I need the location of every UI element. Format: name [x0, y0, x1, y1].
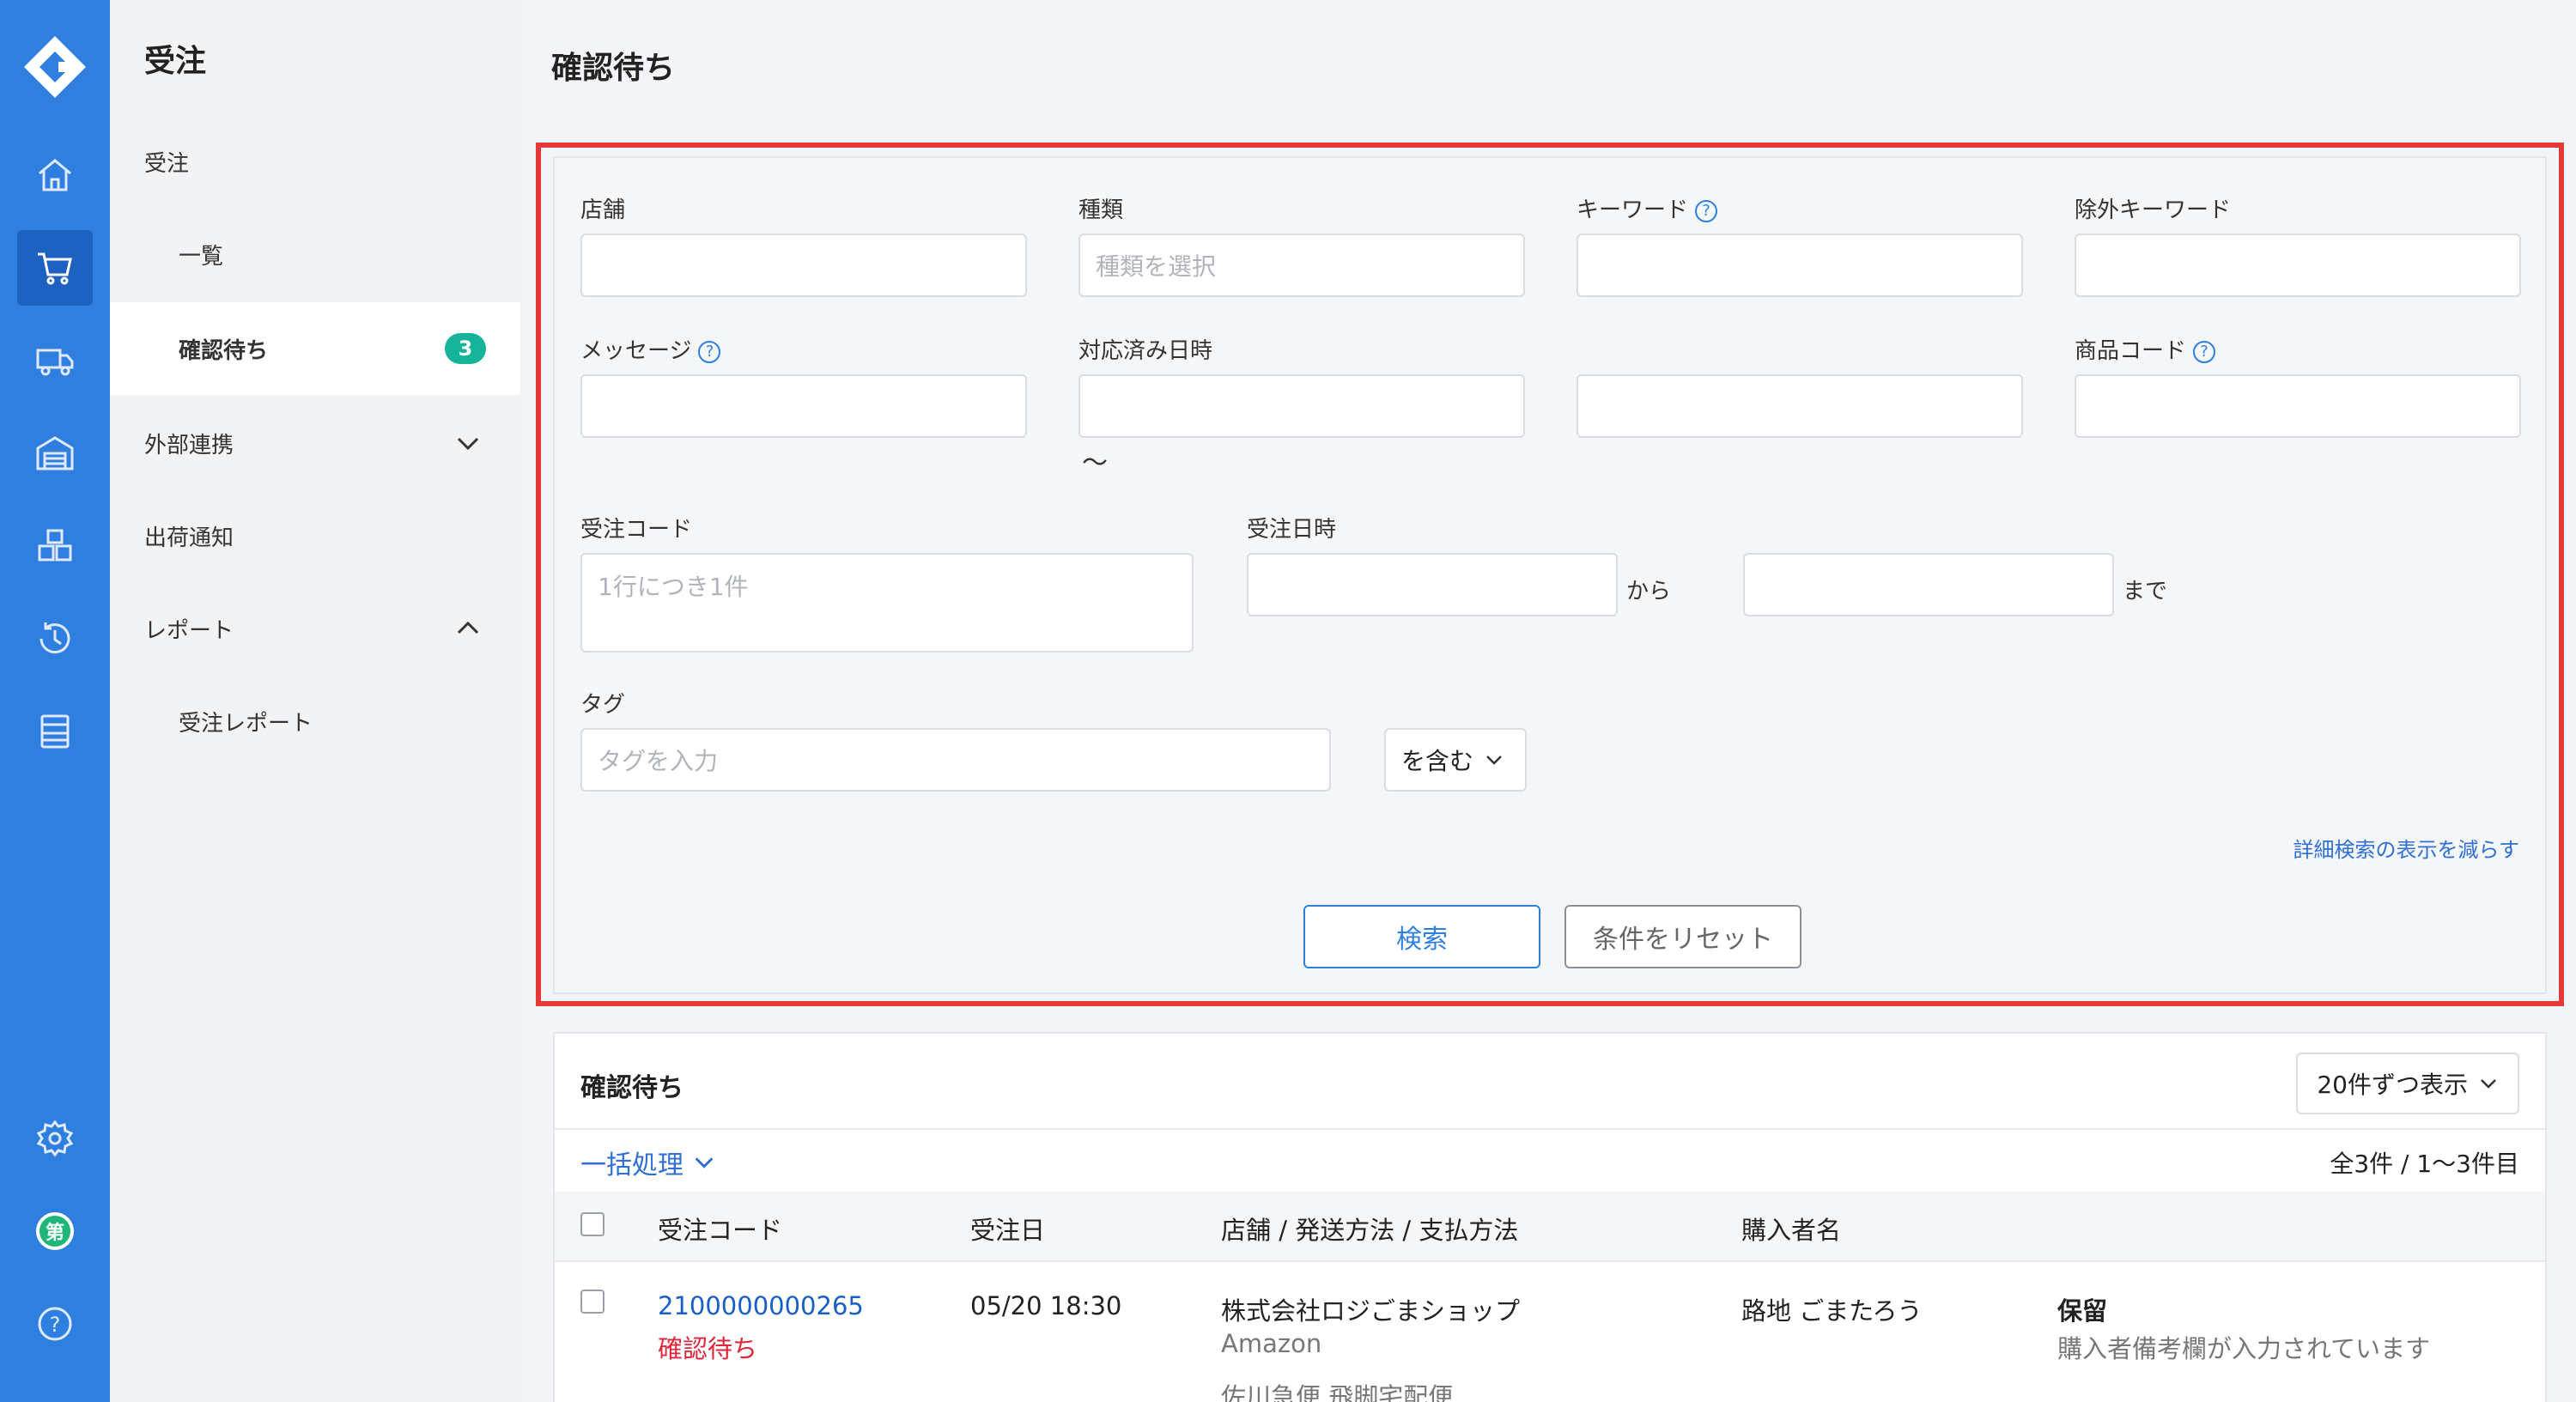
history-icon[interactable] [17, 601, 93, 677]
order-datetime-to-input[interactable] [1743, 553, 2114, 616]
help-icon[interactable]: ? [17, 1286, 93, 1362]
truck-icon[interactable] [17, 323, 93, 398]
tag-input[interactable]: タグを入力 [580, 728, 1331, 792]
from-text: から [1626, 579, 1672, 604]
help-icon[interactable]: ? [1695, 199, 1718, 222]
search-button[interactable]: 検索 [1303, 905, 1540, 968]
warehouse-icon[interactable] [17, 416, 93, 491]
help-icon[interactable]: ? [698, 340, 721, 363]
handled-datetime-from-input[interactable] [1078, 374, 1525, 438]
chevron-up-icon [457, 621, 479, 634]
column-header[interactable]: 購入者名 [1741, 1211, 1841, 1247]
buyer-note-status: 購入者備考欄が入力されています [2057, 1334, 2431, 1363]
per-page-value: 20件ずつ表示 [2317, 1071, 2468, 1099]
divider [555, 1128, 2545, 1130]
subnav-item-reports[interactable]: レポート [110, 582, 520, 675]
subnav-item-shipping-notice[interactable]: 出荷通知 [110, 489, 520, 582]
type-label: 種類 [1078, 197, 1124, 223]
product-code-label: 商品コード? [2075, 333, 2216, 365]
logo-icon[interactable] [21, 33, 89, 101]
column-header[interactable]: 受注コード [658, 1211, 782, 1247]
keyword-label: キーワード? [1577, 192, 1718, 224]
exclude-keyword-input[interactable] [2075, 234, 2521, 297]
chevron-down-icon [457, 437, 479, 451]
subnav-item-orders[interactable]: 受注 [110, 115, 520, 208]
order-status: 確認待ち [658, 1334, 758, 1363]
range-tilde: 〜 [1082, 448, 1108, 478]
exclude-keyword-label: 除外キーワード [2075, 197, 2232, 223]
order-date: 05/20 18:30 [970, 1291, 1122, 1320]
subnav-item-label: 出荷通知 [144, 525, 234, 551]
sub-navigation: 受注 受注 一覧 確認待ち 3 外部連携 出荷通知 レポート 受注レポート [110, 0, 520, 1402]
boxes-icon[interactable] [17, 508, 93, 584]
type-select[interactable]: 種類を選択 [1078, 234, 1525, 297]
search-panel: 店舗 種類 種類を選択 キーワード? 除外キーワード メッセージ? 対応済み日時… [553, 156, 2547, 994]
subnav-item-pending[interactable]: 確認待ち 3 [110, 302, 520, 395]
keyword-input[interactable] [1577, 234, 2023, 297]
message-input[interactable] [580, 374, 1027, 438]
tag-mode-value: を含む [1401, 747, 1474, 775]
row-checkbox[interactable] [580, 1290, 605, 1314]
results-title: 確認待ち [580, 1073, 683, 1103]
tag-mode-select[interactable]: を含む [1384, 728, 1527, 792]
chevron-down-icon [2481, 1079, 2496, 1089]
subnav-item-label: レポート [144, 617, 234, 644]
order-code-link[interactable]: 2100000000265 [658, 1291, 864, 1320]
bulk-action-menu[interactable]: 一括処理 [580, 1144, 716, 1181]
buyer-name: 路地 ごまたろう [1741, 1296, 1923, 1326]
subnav-item-order-report[interactable]: 受注レポート [110, 675, 520, 768]
chevron-down-icon [1486, 756, 1502, 765]
reset-button[interactable]: 条件をリセット [1564, 905, 1801, 968]
help-icon[interactable]: ? [2193, 340, 2216, 363]
shipping-method: 佐川急便 飛脚宅配便 [1221, 1382, 1454, 1402]
avatar-initial: 第 [36, 1212, 74, 1250]
table-header: 受注コード 受注日 店舗 / 発送方法 / 支払方法 購入者名 [555, 1192, 2545, 1260]
subnav-item-label: 確認待ち [179, 337, 269, 364]
subnav-item-label: 受注レポート [179, 710, 313, 737]
main-content: 確認待ち 店舗 種類 種類を選択 キーワード? 除外キーワード メッセージ? 対… [520, 0, 2576, 1402]
subnav-item-list[interactable]: 一覧 [110, 208, 520, 300]
cart-icon[interactable] [17, 230, 93, 306]
order-datetime-from-input[interactable] [1247, 553, 1618, 616]
message-label: メッセージ? [580, 333, 721, 365]
results-panel: 確認待ち 20件ずつ表示 一括処理 全3件 / 1〜3件目 受注コード 受注日 … [553, 1032, 2547, 1402]
subnav-item-label: 一覧 [179, 243, 224, 270]
subnav-item-label: 受注 [144, 150, 190, 177]
order-code-textarea[interactable]: 1行につき1件 [580, 553, 1194, 652]
list-icon[interactable] [17, 694, 93, 769]
tag-label: タグ [580, 692, 626, 718]
page-title: 確認待ち [551, 51, 676, 86]
handled-datetime-label: 対応済み日時 [1078, 338, 1213, 364]
home-icon[interactable] [17, 137, 93, 213]
subnav-item-integrations[interactable]: 外部連携 [110, 397, 520, 489]
column-header[interactable]: 受注日 [970, 1211, 1045, 1247]
store-name: 株式会社ロジごまショップ [1221, 1296, 1521, 1326]
pending-count-badge: 3 [445, 333, 486, 364]
store-input[interactable] [580, 234, 1027, 297]
subnav-item-label: 外部連携 [144, 432, 234, 458]
store-label: 店舗 [580, 197, 626, 223]
chevron-down-icon [695, 1157, 714, 1168]
svg-text:?: ? [50, 1313, 61, 1337]
bulk-action-label: 一括処理 [580, 1150, 683, 1180]
product-code-input[interactable] [2075, 374, 2521, 438]
order-datetime-label: 受注日時 [1247, 517, 1337, 543]
order-code-label: 受注コード [580, 517, 693, 543]
user-avatar[interactable]: 第 [17, 1193, 93, 1269]
to-text: まで [2123, 579, 2168, 604]
result-count: 全3件 / 1〜3件目 [2330, 1150, 2519, 1178]
reduce-search-link[interactable]: 詳細検索の表示を減らす [2293, 833, 2519, 863]
handled-datetime-to-input[interactable] [1577, 374, 2023, 438]
sales-channel: Amazon [1221, 1329, 1322, 1358]
settings-icon[interactable] [17, 1101, 93, 1176]
select-all-checkbox[interactable] [580, 1212, 605, 1236]
subnav-title: 受注 [144, 44, 207, 79]
column-header[interactable]: 店舗 / 発送方法 / 支払方法 [1221, 1211, 1518, 1247]
icon-rail: 第 ? [0, 0, 110, 1402]
hold-flag: 保留 [2057, 1296, 2108, 1326]
divider [555, 1260, 2545, 1262]
per-page-select[interactable]: 20件ずつ表示 [2296, 1053, 2519, 1114]
